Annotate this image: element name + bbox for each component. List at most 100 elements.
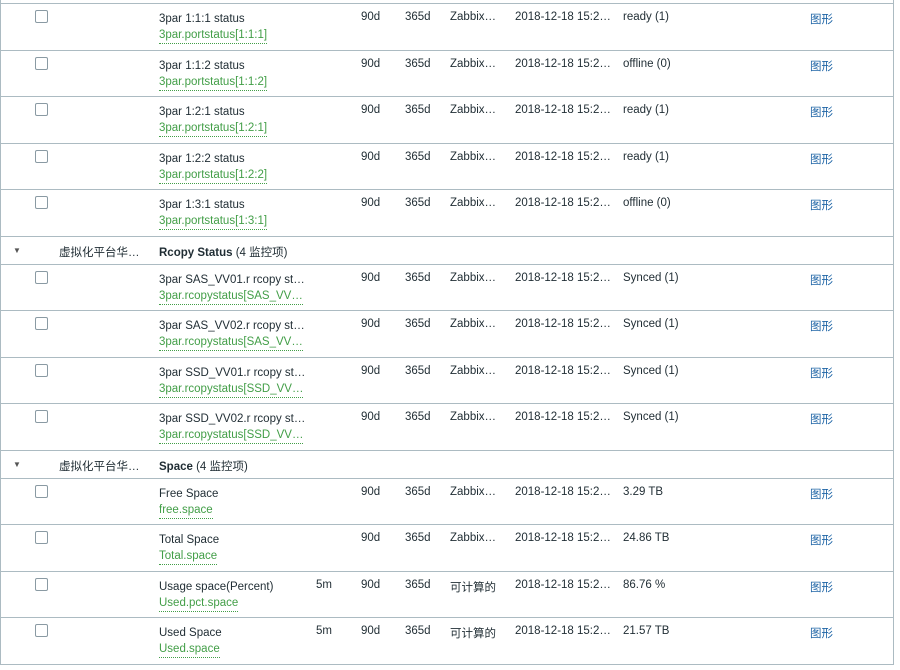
- table-row: 3par SSD_VV01.r rcopy st… 3par.rcopystat…: [1, 358, 893, 404]
- item-trends: 365d: [405, 197, 431, 209]
- item-key-link[interactable]: Total.space: [159, 548, 218, 565]
- item-history: 90d: [361, 150, 381, 163]
- item-last-check: 2018-12-18 15:2…: [515, 57, 611, 70]
- table-row: Used Space Used.space 5m 90d 365d 可计算的 2…: [1, 618, 893, 665]
- item-key-link[interactable]: 3par.rcopystatus[SSD_VV…: [159, 427, 304, 444]
- item-history: 90d: [361, 364, 381, 377]
- item-last-value: offline (0): [623, 57, 671, 70]
- group-application-name: Space: [159, 460, 193, 473]
- item-history: 90d: [361, 197, 381, 209]
- item-trends: 365d: [405, 318, 431, 330]
- item-trends: 365d: [405, 625, 431, 637]
- item-key-link[interactable]: 3par.rcopystatus[SAS_VV…: [159, 288, 303, 305]
- item-key-link[interactable]: 3par.portstatus[1:3:1]: [159, 213, 268, 230]
- item-name-cell: 3par 1:2:2 status 3par.portstatus[1:2:2]: [159, 151, 309, 184]
- application-group-row[interactable]: ▼ 虚拟化平台华… Space (4 监控项): [1, 450, 893, 479]
- item-last-check: 2018-12-18 15:2…: [515, 532, 611, 544]
- item-trends: 365d: [405, 485, 431, 498]
- graph-link[interactable]: 图形: [810, 532, 833, 548]
- table-row: Free Space free.space 90d 365d Zabbix… 2…: [1, 479, 893, 525]
- item-last-value: 86.76 %: [623, 578, 666, 591]
- item-key-link[interactable]: Used.pct.space: [159, 595, 239, 612]
- row-checkbox[interactable]: [35, 531, 48, 544]
- group-item-count: (4 监控项): [196, 460, 248, 473]
- graph-link[interactable]: 图形: [810, 625, 833, 641]
- group-item-count: (4 监控项): [235, 246, 288, 259]
- item-type: Zabbix…: [450, 150, 497, 163]
- latest-data-table: 3par 1:1:1 status 3par.portstatus[1:1:1]…: [0, 0, 894, 665]
- item-type: Zabbix…: [450, 411, 497, 423]
- item-last-value: 24.86 TB: [623, 532, 670, 544]
- row-checkbox[interactable]: [35, 410, 48, 423]
- table-row: 3par SSD_VV02.r rcopy st… 3par.rcopystat…: [1, 404, 893, 451]
- item-trends: 365d: [405, 150, 431, 163]
- group-application-name: Rcopy Status: [159, 246, 233, 259]
- row-checkbox[interactable]: [35, 577, 48, 591]
- item-history: 90d: [361, 625, 381, 637]
- item-key-link[interactable]: 3par.rcopystatus[SSD_VV…: [159, 381, 304, 398]
- item-key-link[interactable]: 3par.portstatus[1:2:2]: [159, 167, 268, 184]
- graph-link[interactable]: 图形: [810, 272, 833, 288]
- row-checkbox[interactable]: [35, 149, 48, 163]
- item-type: Zabbix…: [450, 532, 497, 544]
- item-key-link[interactable]: free.space: [159, 502, 213, 519]
- table-row: 3par 1:1:2 status 3par.portstatus[1:1:2]…: [1, 51, 893, 97]
- item-trends: 365d: [405, 411, 431, 423]
- graph-link[interactable]: 图形: [810, 197, 833, 213]
- triangle-down-icon[interactable]: ▼: [13, 460, 21, 469]
- item-type: Zabbix…: [450, 485, 497, 498]
- item-name-cell: Total Space Total.space: [159, 532, 309, 565]
- item-type: Zabbix…: [450, 197, 497, 209]
- item-key-link[interactable]: Used.space: [159, 641, 220, 658]
- graph-link[interactable]: 图形: [810, 104, 833, 120]
- item-type: Zabbix…: [450, 364, 497, 377]
- item-last-check: 2018-12-18 15:2…: [515, 197, 611, 209]
- item-key-link[interactable]: 3par.rcopystatus[SAS_VV…: [159, 334, 303, 351]
- graph-link[interactable]: 图形: [810, 58, 833, 74]
- table-row: Total Space Total.space 90d 365d Zabbix……: [1, 525, 893, 572]
- item-trends: 365d: [405, 578, 431, 591]
- application-group-row[interactable]: ▼ 虚拟化平台华… Rcopy Status (4 监控项): [1, 236, 893, 265]
- row-checkbox[interactable]: [35, 196, 48, 209]
- item-last-value: Synced (1): [623, 364, 679, 377]
- item-name: 3par 1:3:1 status: [159, 199, 245, 211]
- row-checkbox[interactable]: [35, 10, 48, 23]
- graph-link[interactable]: 图形: [810, 579, 833, 595]
- row-checkbox[interactable]: [35, 270, 48, 284]
- item-key-link[interactable]: 3par.portstatus[1:1:1]: [159, 27, 268, 44]
- item-name: Free Space: [159, 487, 219, 500]
- group-application: Rcopy Status (4 监控项): [159, 244, 287, 260]
- item-key-link[interactable]: 3par.portstatus[1:1:2]: [159, 74, 268, 91]
- row-checkbox[interactable]: [35, 624, 48, 637]
- group-host-name: 虚拟化平台华…: [59, 460, 140, 473]
- item-name: Used Space: [159, 627, 222, 639]
- item-name-cell: 3par SSD_VV02.r rcopy st… 3par.rcopystat…: [159, 411, 309, 444]
- row-checkbox[interactable]: [35, 484, 48, 498]
- graph-link[interactable]: 图形: [810, 318, 833, 334]
- item-trends: 365d: [405, 532, 431, 544]
- item-last-check: 2018-12-18 15:2…: [515, 150, 611, 163]
- triangle-down-icon[interactable]: ▼: [13, 246, 21, 255]
- row-checkbox[interactable]: [35, 103, 48, 116]
- graph-link[interactable]: 图形: [810, 486, 833, 502]
- group-host-name: 虚拟化平台华…: [59, 246, 140, 259]
- item-trends: 365d: [405, 104, 431, 116]
- item-name-cell: 3par SAS_VV01.r rcopy st… 3par.rcopystat…: [159, 272, 309, 305]
- item-history: 90d: [361, 485, 381, 498]
- item-name-cell: Usage space(Percent) Used.pct.space: [159, 579, 309, 612]
- row-checkbox[interactable]: [35, 56, 48, 70]
- item-trends: 365d: [405, 57, 431, 70]
- row-checkbox[interactable]: [35, 317, 48, 330]
- item-key-link[interactable]: 3par.portstatus[1:2:1]: [159, 120, 268, 137]
- item-type: Zabbix…: [450, 318, 497, 330]
- row-checkbox[interactable]: [35, 363, 48, 377]
- item-history: 90d: [361, 11, 381, 23]
- item-history: 90d: [361, 578, 381, 591]
- item-history: 90d: [361, 271, 381, 284]
- graph-link[interactable]: 图形: [810, 11, 833, 27]
- item-type: Zabbix…: [450, 57, 497, 70]
- graph-link[interactable]: 图形: [810, 365, 833, 381]
- graph-link[interactable]: 图形: [810, 411, 833, 427]
- graph-link[interactable]: 图形: [810, 151, 833, 167]
- item-last-check: 2018-12-18 15:2…: [515, 625, 611, 637]
